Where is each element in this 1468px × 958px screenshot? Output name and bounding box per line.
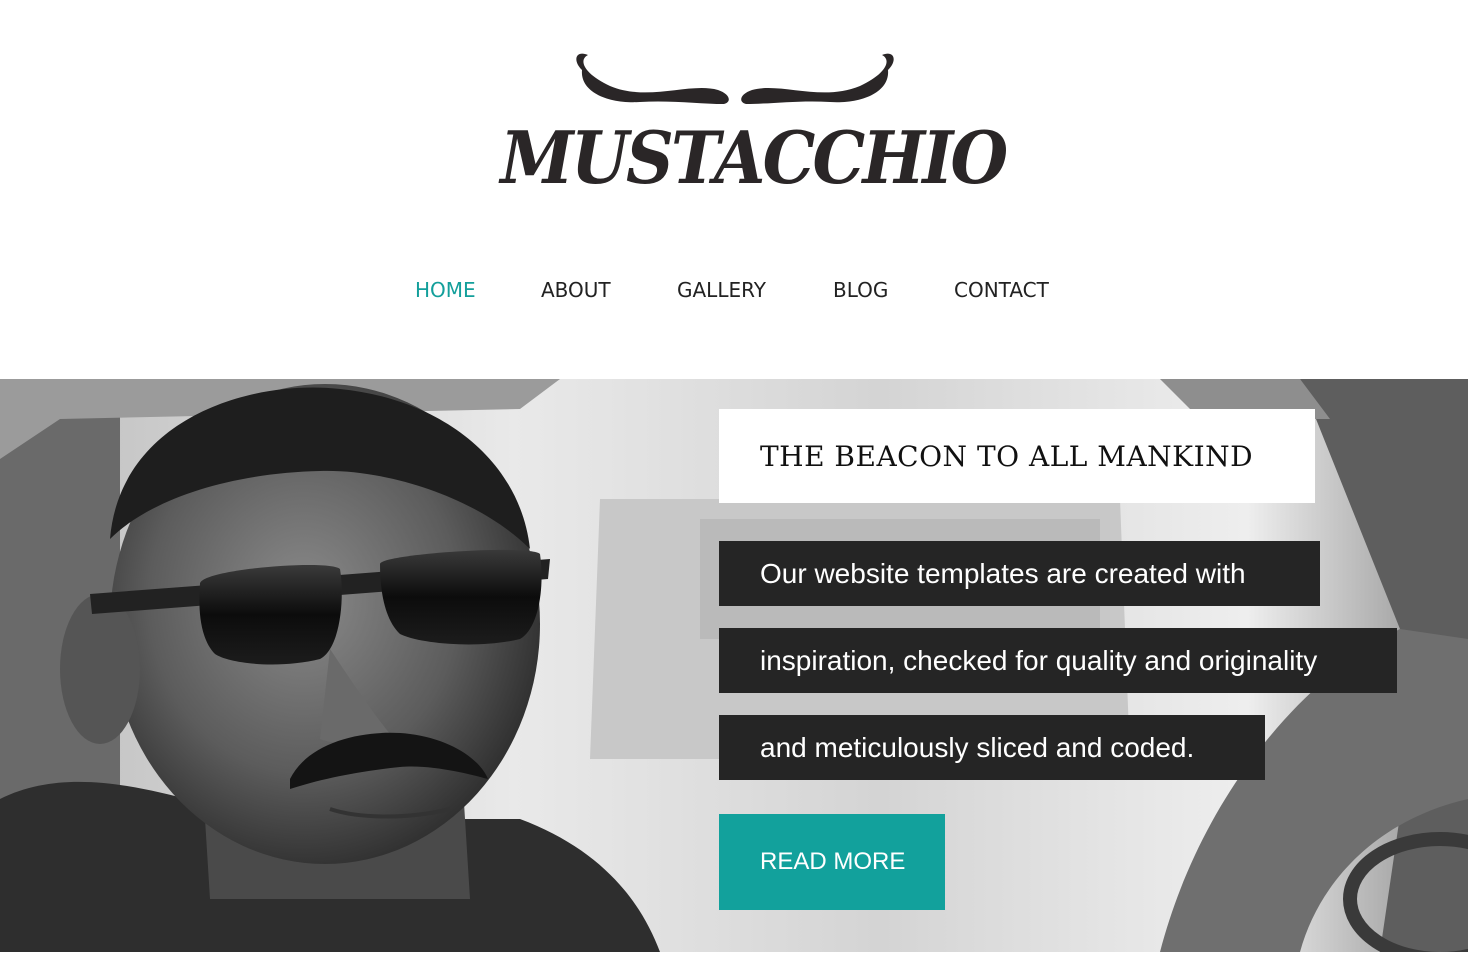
hero-section: THE BEACON TO ALL MANKIND Our website te… <box>0 379 1468 952</box>
nav-item-home[interactable]: HOME <box>415 274 476 306</box>
nav-item-contact[interactable]: CONTACT <box>954 274 1049 306</box>
hero-description-line: and meticulously sliced and coded. <box>719 715 1265 780</box>
nav-item-blog[interactable]: BLOG <box>833 274 888 306</box>
site-header: MUSTACCHIO HOME ABOUT GALLERY BLOG CONTA… <box>0 0 1468 379</box>
read-more-button[interactable]: READ MORE <box>719 814 945 910</box>
page-bottom-divider <box>0 952 1468 958</box>
hero-headline: THE BEACON TO ALL MANKIND <box>760 440 1254 473</box>
main-nav: HOME ABOUT GALLERY BLOG CONTACT <box>0 274 1468 306</box>
hero-description-line: inspiration, checked for quality and ori… <box>719 628 1397 693</box>
mustache-icon <box>576 53 894 104</box>
site-logo[interactable]: MUSTACCHIO <box>480 52 1008 202</box>
hero-description-line: Our website templates are created with <box>719 541 1320 606</box>
nav-item-about[interactable]: ABOUT <box>541 274 611 306</box>
nav-item-gallery[interactable]: GALLERY <box>677 274 766 306</box>
logo-wordmark: MUSTACCHIO <box>500 115 1008 200</box>
headline-box: THE BEACON TO ALL MANKIND <box>719 409 1315 503</box>
